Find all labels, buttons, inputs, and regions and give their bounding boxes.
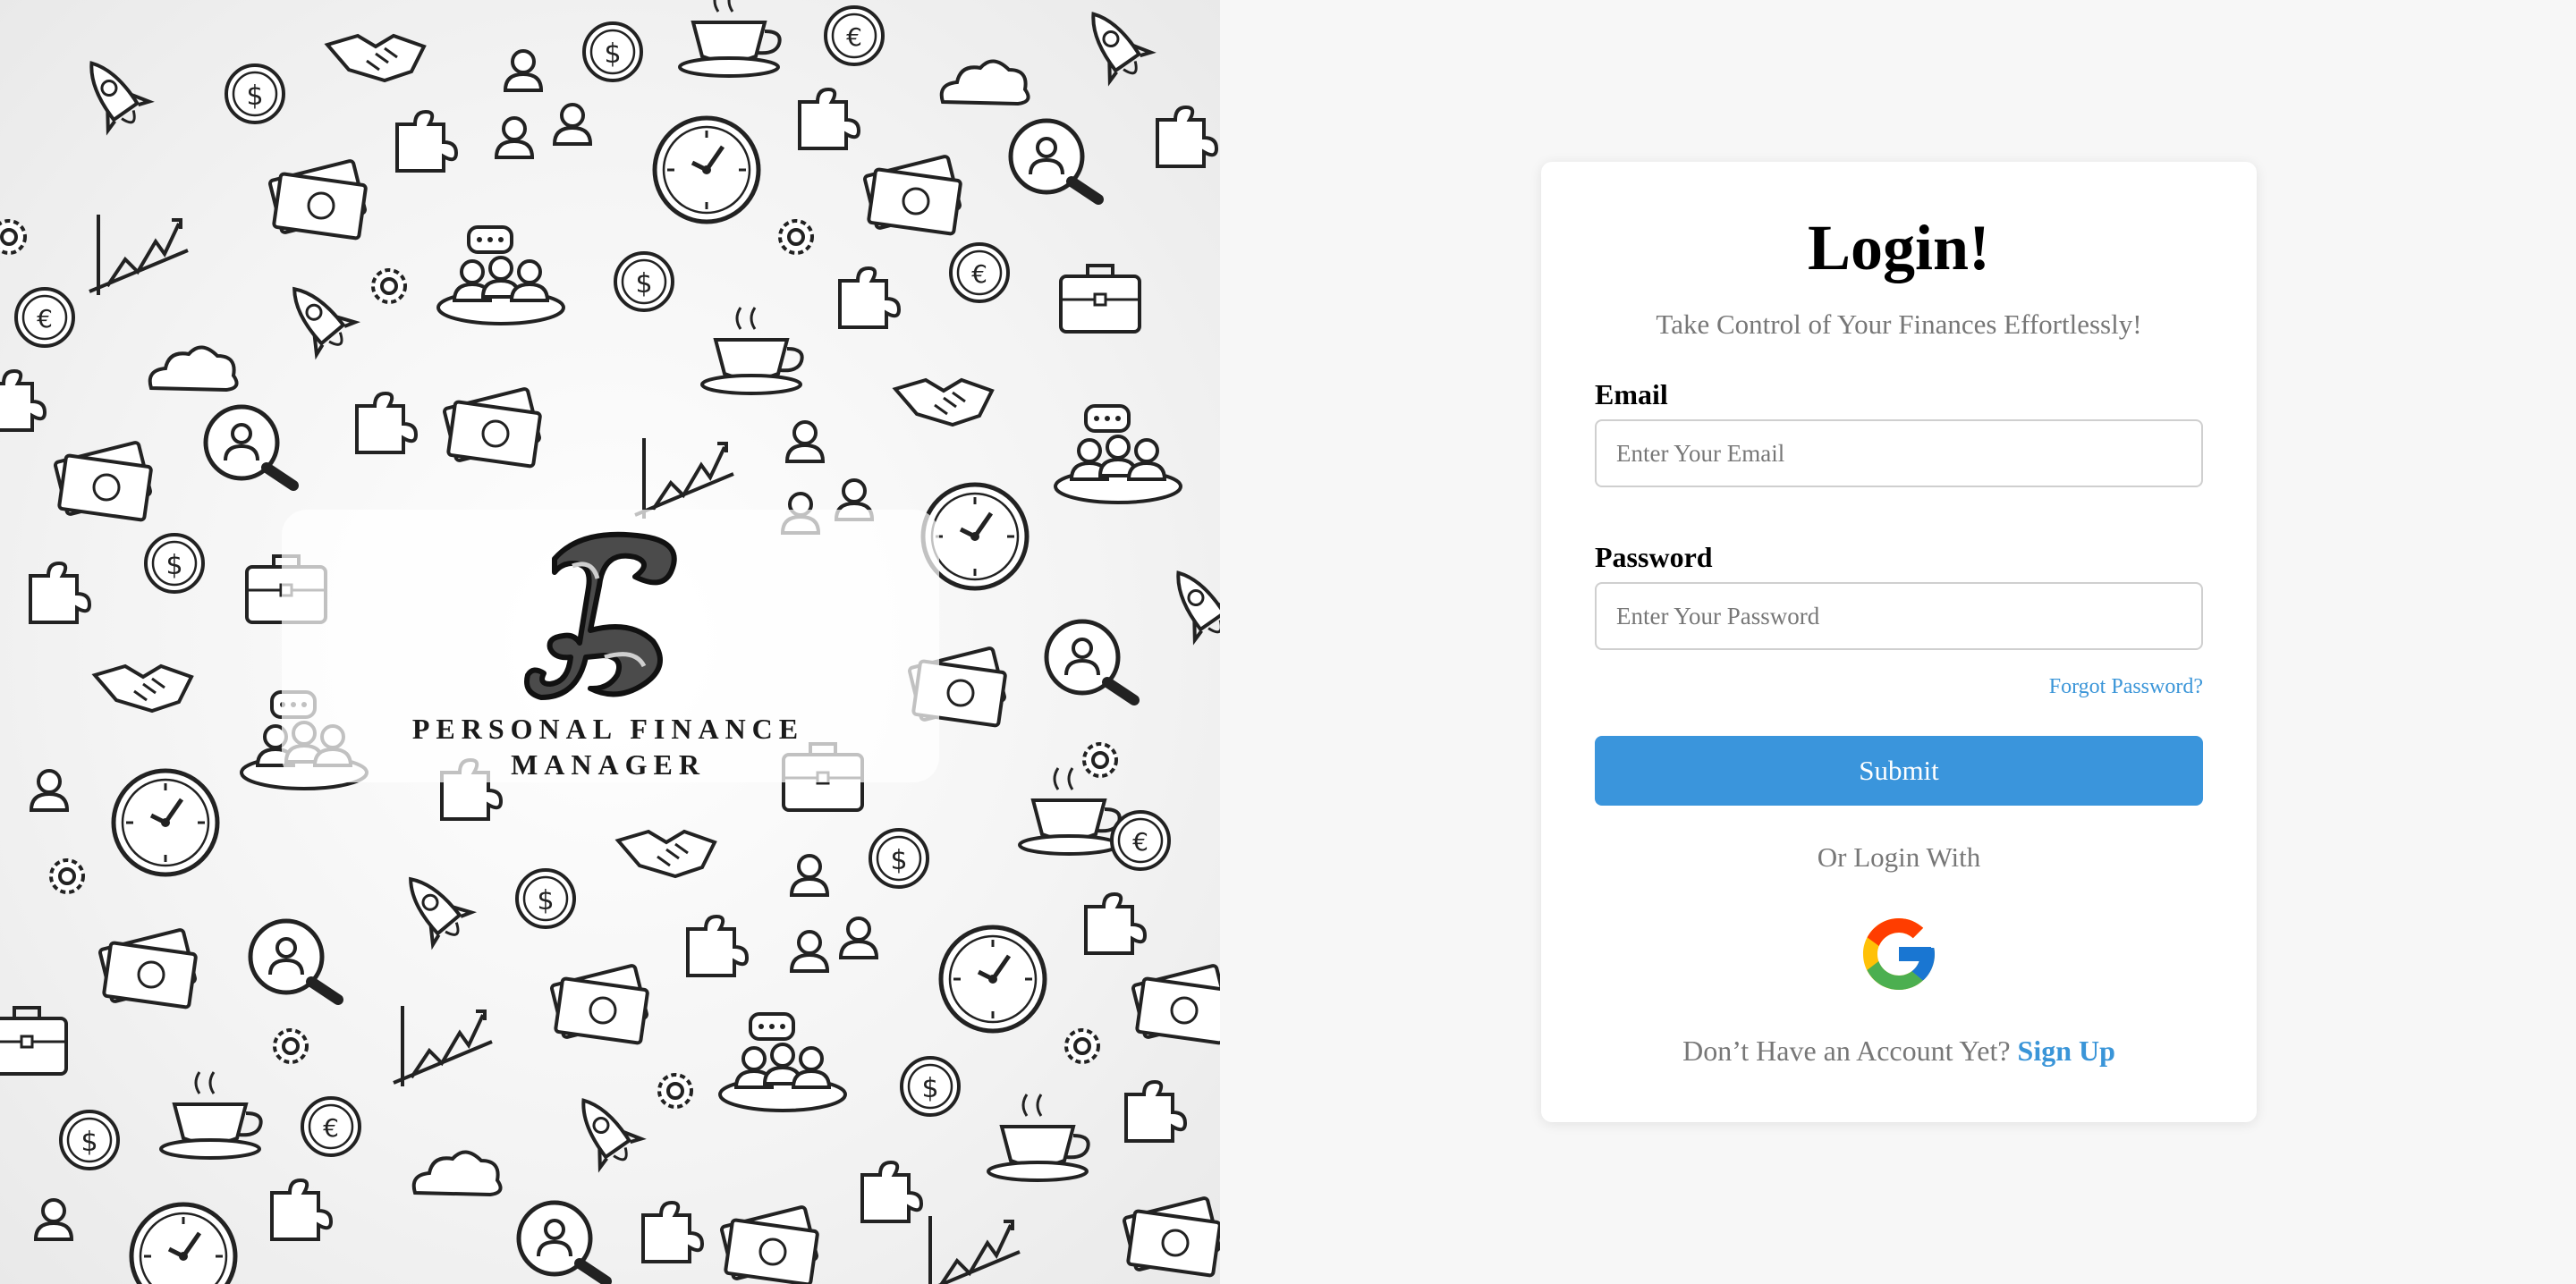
app-name: PERSONAL FINANCE MANAGER <box>376 711 841 782</box>
no-account-text: Don’t Have an Account Yet? <box>1682 1035 2018 1067</box>
page-title: Login! <box>1807 212 1991 283</box>
hero-panel: $ € <box>0 0 1220 1284</box>
app-name-line2: MANAGER <box>511 748 706 781</box>
page-subtitle: Take Control of Your Finances Effortless… <box>1656 308 2142 340</box>
sign-up-link[interactable]: Sign Up <box>2018 1035 2115 1067</box>
forgot-password-link[interactable]: Forgot Password? <box>2049 673 2203 700</box>
login-card: Login! Take Control of Your Finances Eff… <box>1541 162 2257 1122</box>
email-label: Email <box>1595 378 1668 410</box>
google-login-button[interactable] <box>1856 911 1942 997</box>
password-label: Password <box>1595 541 1713 573</box>
or-login-with-text: Or Login With <box>1817 841 1981 873</box>
signup-row: Don’t Have an Account Yet? Sign Up <box>1541 1033 2257 1069</box>
app-name-line1: PERSONAL FINANCE <box>411 713 805 745</box>
email-field[interactable] <box>1595 419 2203 487</box>
app-logo-icon <box>524 531 677 700</box>
google-icon <box>1863 918 1935 990</box>
login-page: $ € <box>0 0 2576 1284</box>
password-field[interactable] <box>1595 582 2203 650</box>
submit-button[interactable]: Submit <box>1595 736 2203 806</box>
